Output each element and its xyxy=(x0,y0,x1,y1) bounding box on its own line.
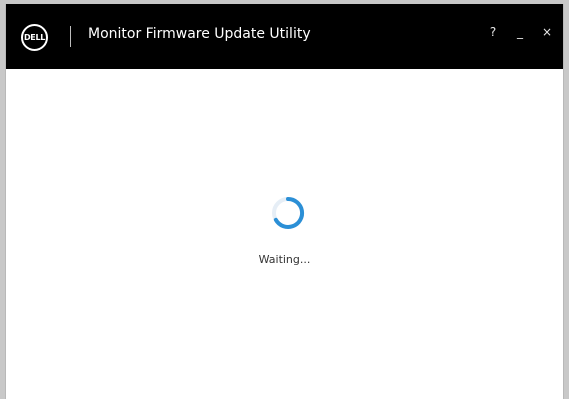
app-window: DELL Monitor Firmware Update Utility ? _… xyxy=(5,4,564,399)
status-text: Waiting... xyxy=(258,253,311,266)
window-controls: ? _ × xyxy=(487,24,553,40)
help-button[interactable]: ? xyxy=(487,24,499,40)
window-title: Monitor Firmware Update Utility xyxy=(88,26,311,42)
dell-logo-icon: DELL xyxy=(21,24,48,51)
close-button[interactable]: × xyxy=(541,24,553,40)
title-bar: DELL Monitor Firmware Update Utility ? _… xyxy=(6,4,563,69)
minimize-button[interactable]: _ xyxy=(514,24,526,40)
loading-spinner-icon xyxy=(272,196,305,229)
title-separator xyxy=(70,26,71,47)
main-content: Waiting... xyxy=(6,69,563,399)
logo-text: DELL xyxy=(23,33,46,42)
